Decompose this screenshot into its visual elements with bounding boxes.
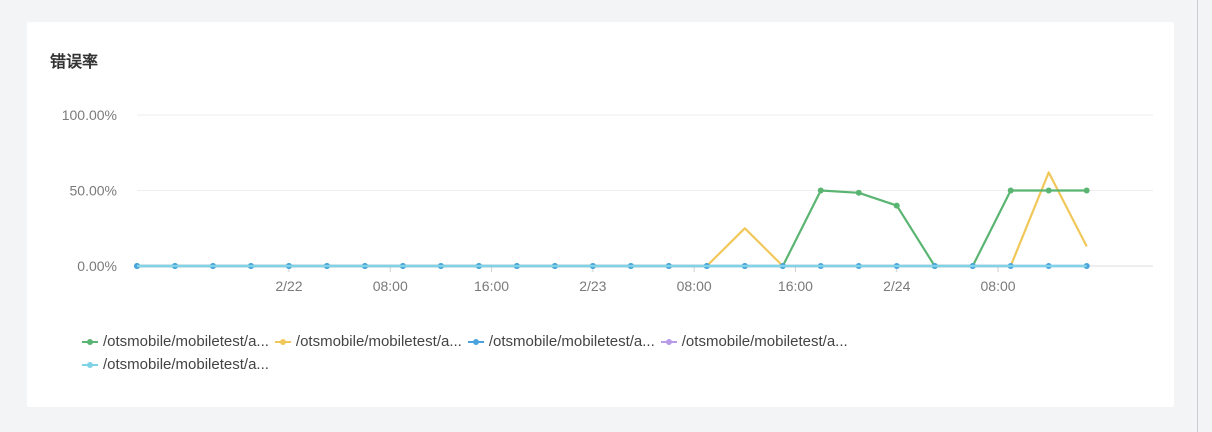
legend-swatch-icon bbox=[467, 337, 484, 347]
series-point-1[interactable] bbox=[817, 187, 824, 194]
x-tick-label: 2/24 bbox=[883, 278, 910, 294]
series-point-1[interactable] bbox=[1007, 187, 1014, 194]
series-point-1[interactable] bbox=[1045, 187, 1052, 194]
x-tick-label: 08:00 bbox=[373, 278, 408, 294]
y-tick-label: 100.00% bbox=[62, 107, 117, 123]
x-tick-label: 08:00 bbox=[981, 278, 1016, 294]
x-tick-label: 2/23 bbox=[579, 278, 606, 294]
y-tick-label: 0.00% bbox=[77, 258, 117, 274]
legend-item-5[interactable]: /otsmobile/mobiletest/a... bbox=[82, 354, 269, 376]
legend-item-2[interactable]: /otsmobile/mobiletest/a... bbox=[274, 331, 462, 353]
x-tick-label: 16:00 bbox=[778, 278, 813, 294]
legend-label: /otsmobile/mobiletest/a... bbox=[103, 333, 269, 350]
chart-legend: /otsmobile/mobiletest/a... /otsmobile/mob… bbox=[82, 331, 1152, 377]
error-rate-card: 错误率 0.00% 50.00% 100.00% 2/22 08:00 16:00 2/23… bbox=[27, 22, 1174, 407]
x-tick-label: 08:00 bbox=[677, 278, 712, 294]
legend-label: /otsmobile/mobiletest/a... bbox=[103, 356, 269, 373]
window-divider bbox=[1197, 0, 1198, 432]
legend-swatch-icon bbox=[82, 337, 98, 347]
x-tick-label: 2/22 bbox=[275, 278, 302, 294]
series-line-1 bbox=[137, 189, 1087, 268]
legend-label: /otsmobile/mobiletest/a... bbox=[295, 333, 462, 350]
legend-item-4[interactable]: /otsmobile/mobiletest/a... bbox=[660, 331, 848, 353]
x-tick-label: 16:00 bbox=[474, 278, 509, 294]
y-tick-label: 50.00% bbox=[70, 183, 117, 199]
series-point-1[interactable] bbox=[893, 202, 900, 209]
series-point-1[interactable] bbox=[855, 189, 862, 196]
legend-swatch-icon bbox=[660, 337, 677, 347]
legend-label: /otsmobile/mobiletest/a... bbox=[681, 333, 848, 350]
error-rate-line-chart: 0.00% 50.00% 100.00% 2/22 08:00 16:00 2/23 08:0… bbox=[62, 107, 1153, 294]
series-point-1[interactable] bbox=[1083, 187, 1090, 194]
legend-item-3[interactable]: /otsmobile/mobiletest/a... bbox=[467, 331, 655, 353]
series-line-2 bbox=[137, 171, 1088, 268]
legend-label: /otsmobile/mobiletest/a... bbox=[488, 333, 655, 350]
legend-swatch-icon bbox=[274, 337, 291, 347]
legend-swatch-icon bbox=[82, 360, 98, 370]
legend-item-1[interactable]: /otsmobile/mobiletest/a... bbox=[82, 331, 269, 353]
